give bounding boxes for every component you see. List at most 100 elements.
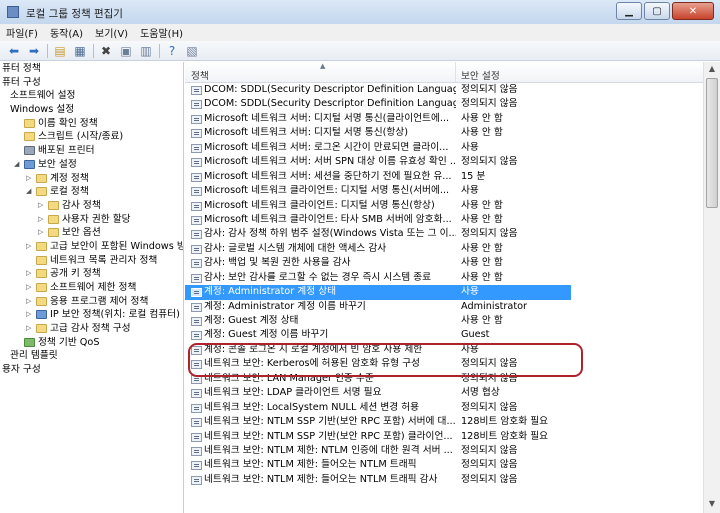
policy-setting: 정의되지 않음 [461,98,518,110]
view-icon[interactable]: ▧ [184,43,200,59]
policy-setting: 사용 안 함 [461,315,503,326]
tree-item[interactable]: 소프트웨어 설정 [0,89,183,103]
tree-item[interactable]: ▷ 사용자 권한 할당 [0,213,183,227]
tree-item[interactable]: 퓨터 구성 [0,76,183,90]
menu-help[interactable]: 도움말(H) [134,25,189,40]
forward-arrow-icon[interactable]: ➡ [26,43,42,59]
policy-row[interactable]: 네트워크 보안: NTLM 제한: NTLM 인증에 대한 원격 서버 ... 정… [185,444,703,458]
menu-view[interactable]: 보기(V) [89,25,134,40]
show-hide-tree-icon[interactable]: ▦ [72,43,88,59]
tree-item[interactable]: ◢ 보안 설정 [0,158,183,172]
expand-icon[interactable]: ▷ [38,229,45,236]
policy-row[interactable]: 계정: Guest 계정 상태 사용 안 함 [185,314,703,328]
expand-icon[interactable]: ▷ [26,284,33,291]
tree-item[interactable]: 네트워크 목록 관리자 정책 [0,254,183,268]
policy-setting: 사용 [461,185,479,197]
delete-icon[interactable]: ✖ [98,43,114,59]
tree-item[interactable]: ▷ 응용 프로그램 제어 정책 [0,295,183,309]
policy-row[interactable]: Microsoft 네트워크 서버: 세션을 중단하기 전에 필요한 유... 1… [185,170,703,184]
toolbar-separator [159,43,160,58]
tree-item[interactable]: 퓨터 정책 [0,62,183,76]
tree-item[interactable]: ▷ 감사 정책 [0,199,183,213]
close-button[interactable]: ✕ [672,2,714,20]
tree-item[interactable]: 배포된 프린터 [0,144,183,158]
back-arrow-icon[interactable]: ⬅ [6,43,22,59]
policy-row[interactable]: DCOM: SDDL(Security Descriptor Definitio… [185,83,703,97]
tree-item[interactable]: 스크립트 (시작/종료) [0,130,183,144]
policy-row[interactable]: Microsoft 네트워크 서버: 디지털 서명 통신(클라이언트에... 사용… [185,112,703,126]
policy-row[interactable]: 계정: Administrator 계정 이름 바꾸기 Administrator [185,300,703,314]
tree-item[interactable]: ▷ 공개 키 정책 [0,267,183,281]
policy-row[interactable]: 네트워크 보안: LocalSystem NULL 세션 변경 허용 정의되지 않… [185,401,703,415]
expand-icon[interactable]: ▷ [26,270,33,277]
expand-icon[interactable]: ▷ [26,297,33,305]
minimize-button[interactable]: ▁ [616,2,642,20]
tree-item[interactable]: 관리 템플릿 [0,349,183,363]
policy-row[interactable]: 네트워크 보안: NTLM 제한: 들어오는 NTLM 트래픽 정의되지 않음 [185,458,703,472]
scroll-down-icon[interactable]: ▼ [707,499,717,511]
tree-item[interactable]: Windows 설정 [0,103,183,117]
policy-row[interactable]: 감사: 보안 감사를 로그할 수 없는 경우 즉시 시스템 종료 사용 안 함 [185,271,703,285]
chart-icon [24,337,35,347]
maximize-button[interactable]: ▢ [644,2,670,20]
tree-item[interactable]: ▷ 보안 옵션 [0,226,183,240]
policy-name: 네트워크 보안: NTLM SSP 기반(보안 RPC 포함) 서버에 대... [204,416,456,428]
policy-row[interactable]: Microsoft 네트워크 클라이언트: 디지털 서명 통신(서버에... 사용 [185,184,703,198]
policy-row[interactable]: 감사: 글로벌 시스템 개체에 대한 액세스 감사 사용 안 함 [185,242,703,256]
collapse-icon[interactable]: ◢ [26,188,33,195]
column-setting[interactable]: 보안 설정 [461,68,500,82]
expand-icon[interactable]: ▷ [38,201,45,209]
up-folder-icon[interactable]: ▤ [52,43,68,59]
policy-row[interactable]: Microsoft 네트워크 서버: 서버 SPN 대상 이름 유효성 확인 .… [185,155,703,169]
policy-row[interactable]: 네트워크 보안: NTLM 제한: 들어오는 NTLM 트래픽 감사 정의되지 않… [185,473,703,487]
expand-icon[interactable]: ▷ [26,311,33,318]
policy-row[interactable]: 네트워크 보안: NTLM SSP 기반(보안 RPC 포함) 클라이언... 1… [185,430,703,444]
policy-row[interactable]: 계정: Guest 계정 이름 바꾸기 Guest [185,328,703,342]
policy-name: 네트워크 보안: LocalSystem NULL 세션 변경 허용 [204,401,420,413]
tree-item-label: 고급 감사 정책 구성 [50,323,131,335]
policy-row[interactable]: Microsoft 네트워크 클라이언트: 디지털 서명 통신(항상) 사용 안 … [185,199,703,213]
policy-row[interactable]: Microsoft 네트워크 클라이언트: 타사 SMB 서버에 암호화... 사… [185,213,703,227]
policy-icon [191,418,202,428]
policy-row[interactable]: 감사: 백업 및 복원 권한 사용을 감사 사용 안 함 [185,256,703,270]
tree-item[interactable]: ▷ 고급 감사 정책 구성 [0,322,183,336]
tree-item[interactable]: 이름 확인 정책 [0,117,183,131]
expand-icon[interactable]: ▷ [26,242,33,250]
menu-file[interactable]: 파일(F) [0,25,44,40]
policy-row[interactable]: 네트워크 보안: LDAP 클라이언트 서명 필요 서명 협상 [185,386,703,400]
vertical-scrollbar[interactable]: ▲ ▼ [703,62,720,513]
expand-icon[interactable]: ▷ [38,215,45,223]
export-list-icon[interactable]: ▥ [138,43,154,59]
app-icon [7,6,19,18]
policy-row-selected[interactable]: 계정: Administrator 계정 상태 사용 [185,285,571,300]
tree-item-label: Windows 설정 [10,104,75,116]
tree-item[interactable]: ▷ 계정 정책 [0,172,183,186]
policy-icon [191,114,202,124]
column-divider[interactable] [455,62,456,82]
policy-row[interactable]: DCOM: SDDL(Security Descriptor Definitio… [185,97,703,111]
menu-action[interactable]: 동작(A) [44,25,89,40]
policy-name: 감사: 감사 정책 하위 범주 설정(Windows Vista 또는 그 이.… [204,228,456,240]
menu-bar: 파일(F) 동작(A) 보기(V) 도움말(H) [0,24,720,41]
tree-item[interactable]: 용자 구성 [0,363,183,377]
policy-row[interactable]: 감사: 감사 정책 하위 범주 설정(Windows Vista 또는 그 이.… [185,227,703,241]
help-icon[interactable]: ? [164,43,180,59]
scroll-up-icon[interactable]: ▲ [707,64,717,76]
tree-item[interactable]: ▷ 소프트웨어 제한 정책 [0,281,183,295]
tree-item[interactable]: ▷ 고급 보안이 포함된 Windows 방화 [0,240,183,254]
policy-icon [191,446,202,456]
policy-row[interactable]: 네트워크 보안: NTLM SSP 기반(보안 RPC 포함) 서버에 대...… [185,415,703,429]
policy-row[interactable]: Microsoft 네트워크 서버: 로그온 시간이 만료되면 클라이... 사용 [185,141,703,155]
expand-icon[interactable]: ▷ [26,174,33,182]
collapse-icon[interactable]: ◢ [14,160,21,168]
properties-icon[interactable]: ▣ [118,43,134,59]
scrollbar-thumb[interactable] [706,78,718,208]
expand-icon[interactable]: ▷ [26,325,33,332]
tree-item-label: 감사 정책 [62,199,101,211]
tree-item[interactable]: 정책 기반 QoS [0,336,183,350]
column-policy[interactable]: 정책 [191,68,209,82]
folder-icon [36,283,47,292]
tree-item[interactable]: ◢ 로컬 정책 [0,185,183,199]
tree-item[interactable]: ▷ IP 보안 정책(위치: 로컬 컴퓨터) [0,308,183,322]
policy-row[interactable]: Microsoft 네트워크 서버: 디지털 서명 통신(항상) 사용 안 함 [185,126,703,140]
